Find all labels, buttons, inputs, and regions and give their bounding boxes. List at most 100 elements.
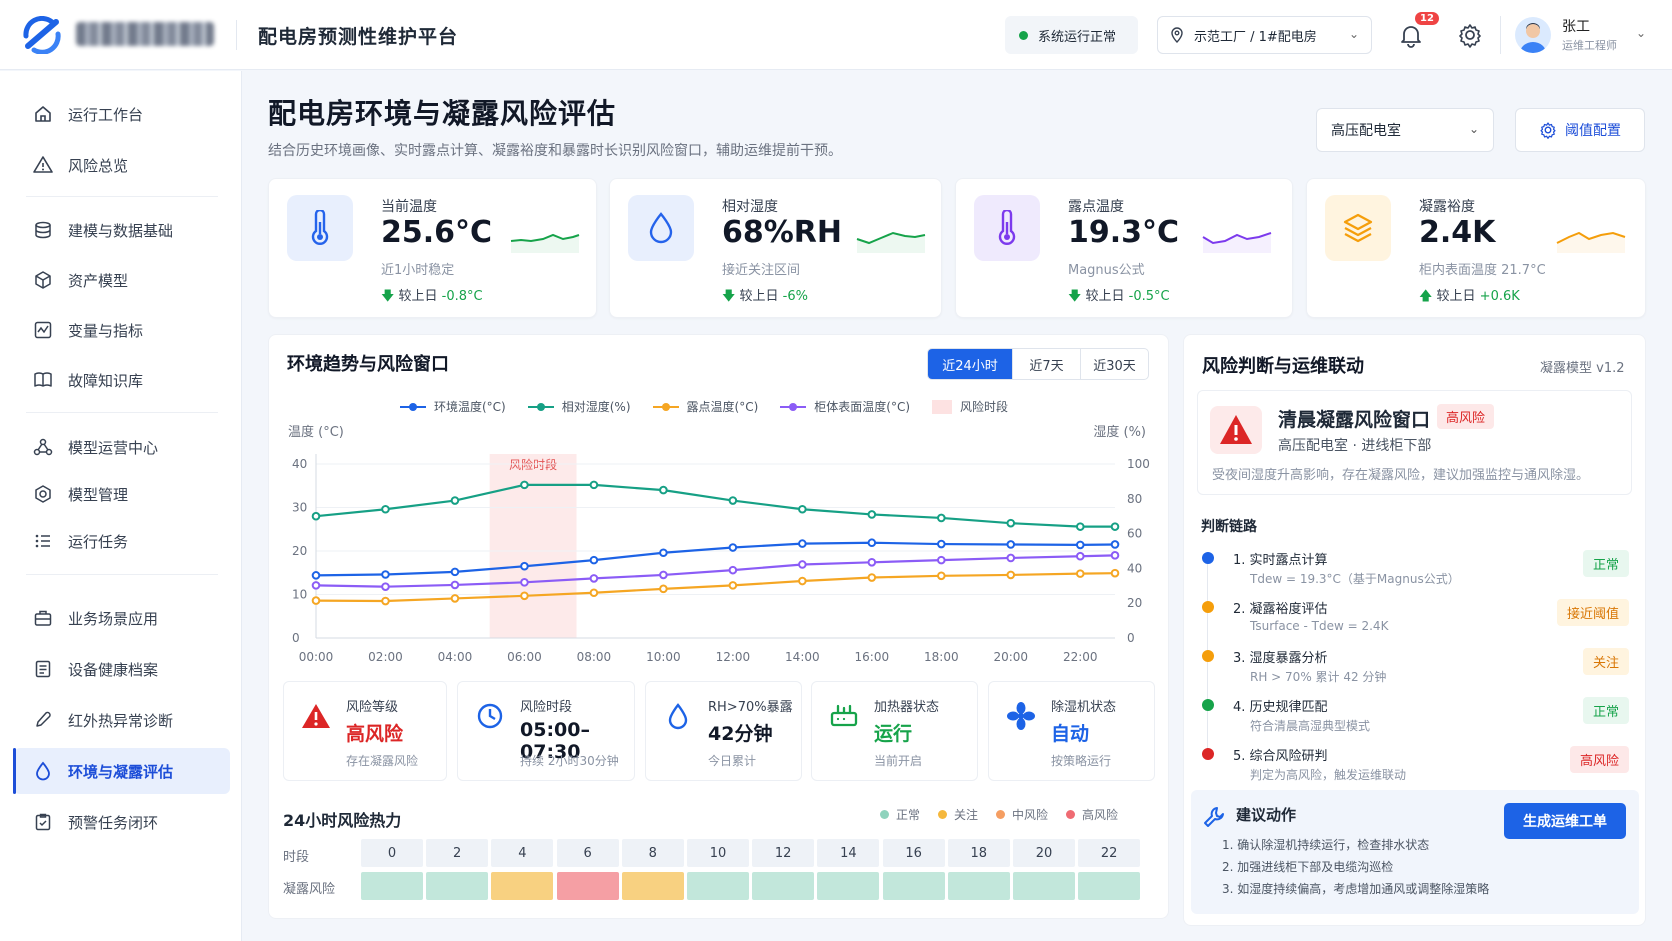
legend-item[interactable]: 柜体表面温度(°C) <box>780 398 910 415</box>
y-left-tick-label: 20 <box>292 544 307 558</box>
sidebar-item-label: 运行任务 <box>68 532 129 551</box>
series-point <box>659 548 668 558</box>
room-select-value: 高压配电室 <box>1331 123 1401 139</box>
heatmap-cell[interactable] <box>817 872 880 900</box>
sidebar-item-model-mgmt[interactable]: 模型管理 <box>14 471 230 517</box>
sidebar-item-label: 业务场景应用 <box>68 609 159 628</box>
sidebar-item-label: 预警任务闭环 <box>68 813 159 832</box>
tab-24h[interactable]: 近24小时 <box>928 349 1012 379</box>
sidebar-item-alert-loop[interactable]: 预警任务闭环 <box>14 799 230 845</box>
avatar[interactable] <box>1515 17 1551 53</box>
sidebar-item-asset-model[interactable]: 资产模型 <box>14 257 230 303</box>
arrow-up-icon: 🡅 <box>1419 289 1433 304</box>
heatmap-cell[interactable] <box>426 872 489 900</box>
sidebar-item-infrared[interactable]: 红外热异常诊断 <box>14 697 230 743</box>
legend-label: 环境温度(°C) <box>434 400 506 414</box>
step-status-dot <box>1202 552 1214 564</box>
heatmap-hour-label: 4 <box>491 839 554 867</box>
sidebar-item-modeling-data[interactable]: 建模与数据基础 <box>14 207 230 253</box>
legend-swatch <box>932 399 953 414</box>
alert-triangle-icon <box>296 696 336 736</box>
series-point <box>450 594 460 603</box>
clock-icon <box>470 696 510 736</box>
sidebar-item-scenarios[interactable]: 业务场景应用 <box>14 595 230 641</box>
network-icon <box>32 436 54 458</box>
kpi-label: 相对湿度 <box>722 199 778 215</box>
sidebar-item-label: 红外热异常诊断 <box>68 711 174 730</box>
legend-label: 关注 <box>954 808 979 822</box>
heater-icon <box>824 696 864 736</box>
series-point <box>659 485 668 495</box>
heatmap-cell[interactable] <box>491 872 554 900</box>
heatmap-cell[interactable] <box>687 872 749 900</box>
heatmap-cell[interactable] <box>1013 872 1075 900</box>
kpi-delta: 🡇 较上日 -0.8°C <box>381 285 483 309</box>
legend-item[interactable]: 露点温度(°C) <box>652 398 758 415</box>
heatmap-title: 24小时风险热力 <box>283 811 402 830</box>
list-icon <box>32 530 54 552</box>
brand-name-blurred <box>76 22 214 46</box>
room-select[interactable]: 高压配电室 ⌄ <box>1316 108 1494 152</box>
status-dot-icon <box>1019 30 1028 40</box>
location-select[interactable]: 示范工厂 / 1#配电房 ⌄ <box>1157 16 1372 54</box>
gear-icon <box>1540 122 1556 139</box>
step-subtitle: Tdew = 19.3°C（基于Magnus公式） <box>1250 572 1460 586</box>
tab-7d[interactable]: 近7天 <box>1012 349 1080 379</box>
heatmap-legend-item: 关注 <box>938 806 978 823</box>
sidebar-item-workbench[interactable]: 运行工作台 <box>14 91 230 137</box>
kpi-sparkline <box>856 231 926 253</box>
chevron-down-icon[interactable]: ⌄ <box>1636 26 1646 40</box>
gear-icon[interactable] <box>1457 22 1483 48</box>
series-point <box>589 480 599 490</box>
legend-label: 高风险 <box>1082 808 1119 822</box>
sidebar-item-risk-overview[interactable]: 风险总览 <box>14 142 230 188</box>
tab-30d[interactable]: 近30天 <box>1080 349 1148 379</box>
step-status-dot <box>1202 699 1214 711</box>
sidebar: 运行工作台 风险总览 建模与数据基础 资产模型 变量与指标 故障知识库 模型运营… <box>0 71 242 941</box>
legend-item[interactable]: 相对湿度(%) <box>527 398 631 415</box>
heatmap-cell[interactable] <box>361 872 423 900</box>
brand-logo-icon[interactable] <box>22 16 62 54</box>
x-tick-label: 12:00 <box>716 650 751 664</box>
series-point <box>659 584 668 594</box>
legend-label: 中风险 <box>1012 808 1049 822</box>
sidebar-item-health-records[interactable]: 设备健康档案 <box>14 646 230 692</box>
legend-item[interactable]: 风险时段 <box>932 398 1008 415</box>
kpi-value: 2.4K <box>1419 215 1496 250</box>
page-title: 配电房环境与凝露风险评估 <box>268 97 617 130</box>
series-point <box>520 591 529 601</box>
heatmap-cell[interactable] <box>882 872 945 900</box>
sidebar-item-run-tasks[interactable]: 运行任务 <box>14 518 230 564</box>
sidebar-item-environment[interactable]: 环境与凝露评估 <box>13 748 230 794</box>
bell-icon[interactable] <box>1398 22 1424 48</box>
series-point <box>937 571 946 581</box>
stat-value: 自动 <box>1051 723 1090 745</box>
model-version-tag: 凝露模型 v1.2 <box>1540 361 1625 376</box>
kpi-delta-value: -6% <box>782 289 808 304</box>
step-status-dot <box>1202 601 1214 613</box>
heatmap-cell[interactable] <box>1078 872 1141 900</box>
series-point <box>867 573 877 582</box>
legend-dot <box>996 810 1006 819</box>
kpi-value: 68%RH <box>722 215 843 250</box>
threshold-config-button[interactable]: 阈值配置 <box>1515 108 1645 152</box>
heatmap-cell[interactable] <box>752 872 815 900</box>
sidebar-item-label: 环境与凝露评估 <box>68 762 174 781</box>
sidebar-item-fault-kb[interactable]: 故障知识库 <box>14 357 230 403</box>
sidebar-item-label: 设备健康档案 <box>68 660 159 679</box>
stat-label: RH>70%暴露 <box>708 700 793 715</box>
thermo-probe-icon <box>32 709 54 731</box>
heatmap-cell[interactable] <box>947 872 1010 900</box>
y-left-tick-label: 40 <box>292 457 307 471</box>
top-bar: 配电房预测性维护平台 系统运行正常 示范工厂 / 1#配电房 ⌄ 12 张工 运… <box>0 0 1672 70</box>
heatmap-cell[interactable] <box>556 872 619 900</box>
heatmap-cell[interactable] <box>621 872 684 900</box>
trend-line-chart: 风险时段温度 (°C) 湿度 (%)01020304002040608010000… <box>288 424 1150 664</box>
user-name[interactable]: 张工 <box>1562 16 1590 36</box>
series-point <box>1110 551 1120 560</box>
sidebar-item-model-ops[interactable]: 模型运营中心 <box>14 424 230 470</box>
generate-work-order-button[interactable]: 生成运维工单 <box>1504 803 1626 839</box>
sidebar-item-variables[interactable]: 变量与指标 <box>14 307 230 353</box>
heatmap-hour-label: 18 <box>947 839 1010 867</box>
legend-item[interactable]: 环境温度(°C) <box>400 398 506 415</box>
